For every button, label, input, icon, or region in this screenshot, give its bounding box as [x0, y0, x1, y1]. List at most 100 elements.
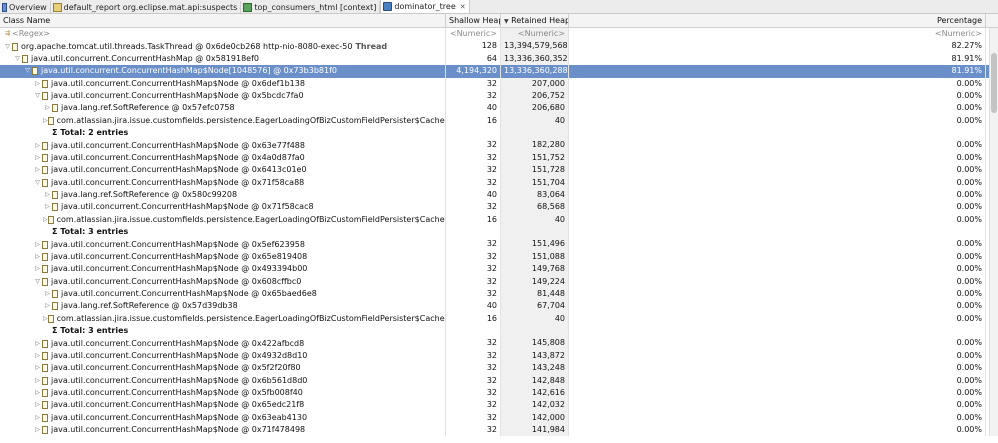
shallow-heap-cell: 128: [446, 40, 501, 53]
table-row[interactable]: ▷ java.util.concurrent.ConcurrentHashMap$…: [0, 411, 998, 424]
object-label: java.util.concurrent.ConcurrentHashMap$N…: [51, 375, 308, 385]
collapse-arrow-icon[interactable]: ▷: [43, 102, 52, 114]
retained-heap-filter-input[interactable]: <Numeric>: [501, 28, 569, 41]
table-row[interactable]: ▷ java.util.concurrent.ConcurrentHashMap$…: [0, 386, 998, 400]
table-row[interactable]: ▷ java.util.concurrent.ConcurrentHashMap$…: [0, 362, 998, 375]
collapse-arrow-icon[interactable]: ▷: [33, 387, 42, 399]
table-row[interactable]: ▷ java.lang.ref.SoftReference @ 0x57d39db…: [0, 300, 998, 313]
class-name-cell: ▷ java.util.concurrent.ConcurrentHashMap$…: [0, 362, 446, 375]
object-label: java.util.concurrent.ConcurrentHashMap$N…: [51, 251, 308, 261]
tab-2[interactable]: top_consumers_html [context]: [241, 1, 381, 13]
table-row[interactable]: ▷ java.lang.ref.SoftReference @ 0x580c992…: [0, 188, 998, 202]
expand-arrow-icon[interactable]: ▽: [23, 65, 32, 77]
table-row[interactable]: ▷ com.atlassian.jira.issue.customfields.p…: [0, 114, 998, 127]
close-tab-icon[interactable]: ✕: [460, 3, 466, 11]
collapse-arrow-icon[interactable]: ▷: [33, 399, 42, 411]
object-icon: [47, 215, 54, 224]
table-row[interactable]: ▷ java.util.concurrent.ConcurrentHashMap$…: [0, 287, 998, 301]
collapse-arrow-icon[interactable]: ▷: [33, 263, 42, 275]
expand-arrow-icon[interactable]: ▽: [33, 276, 42, 288]
collapse-arrow-icon[interactable]: ▷: [33, 140, 42, 152]
table-row[interactable]: ▷ java.util.concurrent.ConcurrentHashMap$…: [0, 151, 998, 165]
column-header-shallow-heap[interactable]: Shallow Heap: [446, 14, 501, 27]
collapse-arrow-icon[interactable]: ▷: [33, 251, 42, 263]
collapse-arrow-icon[interactable]: ▷: [33, 78, 42, 90]
table-row[interactable]: ▽ org.apache.tomcat.util.threads.TaskThre…: [0, 40, 998, 53]
table-row[interactable]: ▽ java.util.concurrent.ConcurrentHashMap$…: [0, 65, 998, 78]
expand-arrow-icon[interactable]: ▽: [33, 90, 42, 102]
object-icon: [42, 351, 48, 360]
collapse-arrow-icon[interactable]: ▷: [43, 300, 52, 312]
table-row[interactable]: ▷ java.util.concurrent.ConcurrentHashMap$…: [0, 337, 998, 350]
table-row[interactable]: ▽ java.util.concurrent.ConcurrentHashMap …: [0, 52, 998, 66]
collapse-arrow-icon[interactable]: ▷: [43, 288, 52, 300]
object-label: java.util.concurrent.ConcurrentHashMap$N…: [51, 412, 308, 422]
scrollbar-thumb[interactable]: [991, 53, 997, 113]
retained-heap-cell: 142,616: [501, 386, 569, 400]
class-name-cell: ▷ java.util.concurrent.ConcurrentHashMap$…: [0, 386, 446, 400]
collapse-arrow-icon[interactable]: ▷: [33, 375, 42, 387]
table-row[interactable]: ▷ java.util.concurrent.ConcurrentHashMap$…: [0, 238, 998, 251]
table-row[interactable]: ▷ com.atlassian.jira.issue.customfields.p…: [0, 213, 998, 226]
column-header-percentage[interactable]: Percentage: [569, 14, 986, 27]
collapse-arrow-icon[interactable]: ▷: [33, 424, 42, 436]
expand-arrow-icon[interactable]: ▽: [33, 177, 42, 189]
object-label: java.util.concurrent.ConcurrentHashMap$N…: [51, 239, 305, 249]
object-icon: [42, 389, 48, 398]
table-row[interactable]: ▷ java.util.concurrent.ConcurrentHashMap$…: [0, 164, 998, 177]
regex-filter-input[interactable]: ⇶ <Regex>: [0, 28, 446, 41]
percentage-cell: 0.00%: [569, 263, 986, 276]
collapse-arrow-icon[interactable]: ▷: [33, 362, 42, 374]
table-row[interactable]: ▷ java.util.concurrent.ConcurrentHashMap$…: [0, 399, 998, 412]
table-row[interactable]: ▷ java.util.concurrent.ConcurrentHashMap$…: [0, 201, 998, 214]
object-label: org.apache.tomcat.util.threads.TaskThrea…: [21, 41, 353, 51]
table-row[interactable]: ▷ java.util.concurrent.ConcurrentHashMap$…: [0, 374, 998, 387]
collapse-arrow-icon[interactable]: ▷: [33, 338, 42, 350]
collapse-arrow-icon[interactable]: ▷: [43, 201, 52, 213]
thread-tag: Thread: [355, 41, 388, 51]
collapse-arrow-icon[interactable]: ▷: [33, 164, 42, 176]
tab-3[interactable]: dominator_tree ✕: [380, 0, 470, 13]
table-row[interactable]: ▷ java.util.concurrent.ConcurrentHashMap$…: [0, 139, 998, 152]
table-row[interactable]: ▷ java.util.concurrent.ConcurrentHashMap$…: [0, 263, 998, 276]
table-row[interactable]: Σ Total: 2 entries: [0, 127, 998, 140]
expand-arrow-icon[interactable]: ▽: [13, 53, 22, 65]
vertical-scrollbar[interactable]: [989, 28, 998, 437]
percentage-cell: 81.91%: [569, 65, 986, 78]
percentage-cell: 0.00%: [569, 77, 986, 90]
table-row[interactable]: ▽ java.util.concurrent.ConcurrentHashMap$…: [0, 275, 998, 288]
table-row[interactable]: ▷ java.util.concurrent.ConcurrentHashMap$…: [0, 250, 998, 264]
collapse-arrow-icon[interactable]: ▷: [33, 152, 42, 164]
tab-0[interactable]: Overview: [0, 1, 51, 13]
shallow-heap-filter-input[interactable]: <Numeric>: [446, 28, 501, 41]
total-entries-label: Σ Total: 3 entries: [52, 326, 129, 336]
table-row[interactable]: Σ Total: 3 entries: [0, 325, 998, 338]
expand-arrow-icon[interactable]: ▽: [3, 41, 12, 53]
percentage-cell: 0.00%: [569, 139, 986, 152]
shallow-heap-cell: 32: [446, 386, 501, 400]
table-row[interactable]: ▷ com.atlassian.jira.issue.customfields.p…: [0, 312, 998, 325]
shallow-heap-cell: 32: [446, 176, 501, 189]
table-row[interactable]: ▷ java.lang.ref.SoftReference @ 0x57efc07…: [0, 102, 998, 115]
collapse-arrow-icon[interactable]: ▷: [33, 412, 42, 424]
table-row[interactable]: ▷ java.util.concurrent.ConcurrentHashMap$…: [0, 424, 998, 437]
table-row[interactable]: ▷ java.util.concurrent.ConcurrentHashMap$…: [0, 349, 998, 363]
object-label: java.util.concurrent.ConcurrentHashMap$N…: [61, 202, 314, 212]
collapse-arrow-icon[interactable]: ▷: [33, 239, 42, 251]
percentage-cell: 0.00%: [569, 188, 986, 202]
object-icon: [42, 141, 48, 150]
column-header-retained-heap[interactable]: ▼ Retained Heap: [501, 14, 569, 27]
tab-1[interactable]: default_report org.eclipse.mat.api:suspe…: [51, 1, 242, 13]
collapse-arrow-icon[interactable]: ▷: [33, 350, 42, 362]
percentage-cell: 0.00%: [569, 312, 986, 325]
collapse-arrow-icon[interactable]: ▷: [43, 189, 52, 201]
column-header-class-name[interactable]: Class Name: [0, 14, 446, 27]
table-row[interactable]: ▽ java.util.concurrent.ConcurrentHashMap$…: [0, 176, 998, 189]
table-row[interactable]: ▽ java.util.concurrent.ConcurrentHashMap$…: [0, 89, 998, 103]
table-row[interactable]: Σ Total: 3 entries: [0, 226, 998, 239]
percentage-filter-input[interactable]: <Numeric>: [569, 28, 986, 41]
object-label: java.util.concurrent.ConcurrentHashMap$N…: [51, 78, 305, 88]
class-name-cell: ▽ java.util.concurrent.ConcurrentHashMap$…: [0, 275, 446, 288]
tab-label: Overview: [9, 2, 47, 12]
table-row[interactable]: ▷ java.util.concurrent.ConcurrentHashMap$…: [0, 77, 998, 90]
